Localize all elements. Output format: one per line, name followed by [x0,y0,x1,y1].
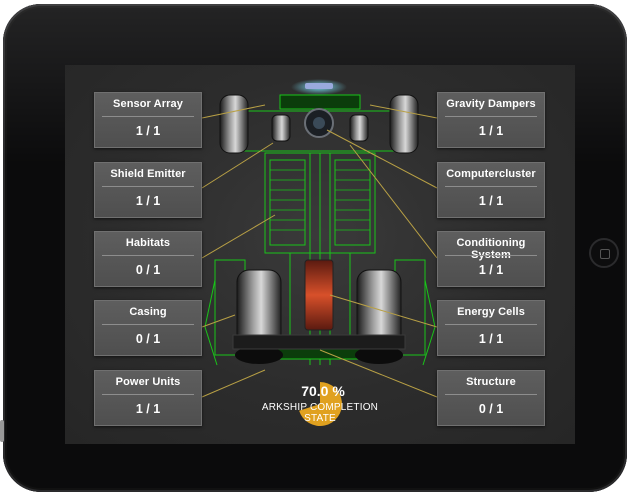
module-card-power-units[interactable]: Power Units 1 / 1 [94,370,202,426]
module-name: Power Units [115,376,181,388]
module-name: Conditioning System [456,237,526,261]
card-divider [102,186,194,187]
module-card-conditioning-system[interactable]: Conditioning System 1 / 1 [437,231,545,287]
module-count: 1 / 1 [135,124,161,138]
module-card-shield-emitter[interactable]: Shield Emitter 1 / 1 [94,162,202,218]
module-card-casing[interactable]: Casing 0 / 1 [94,300,202,356]
home-button-icon [600,249,610,259]
sensor-dish [305,83,333,89]
module-card-sensor-array[interactable]: Sensor Array 1 / 1 [94,92,202,148]
card-divider [102,116,194,117]
card-divider [445,116,537,117]
module-name: Casing [129,306,167,318]
module-name: Shield Emitter [110,168,186,180]
module-name: Gravity Dampers [446,98,536,110]
module-name: Computercluster [446,168,536,180]
module-count: 1 / 1 [478,263,504,277]
completion-percentage: 70.0 % [301,383,345,399]
module-name: Habitats [125,237,171,249]
module-name: Energy Cells [457,306,525,318]
module-count: 1 / 1 [135,402,161,416]
module-count: 0 / 1 [135,263,161,277]
module-count: 1 / 1 [478,194,504,208]
module-count: 1 / 1 [478,332,504,346]
card-divider [445,186,537,187]
module-count: 1 / 1 [135,194,161,208]
volume-button [0,420,4,442]
module-card-energy-cells[interactable]: Energy Cells 1 / 1 [437,300,545,356]
completion-label: ARKSHIP COMPLETION STATE [261,402,379,424]
card-divider [102,255,194,256]
module-card-gravity-dampers[interactable]: Gravity Dampers 1 / 1 [437,92,545,148]
module-card-habitats[interactable]: Habitats 0 / 1 [94,231,202,287]
card-divider [445,255,537,256]
card-divider [445,394,537,395]
card-divider [445,324,537,325]
module-count: 0 / 1 [478,402,504,416]
module-card-computercluster[interactable]: Computercluster 1 / 1 [437,162,545,218]
energy-core [304,259,334,331]
module-count: 1 / 1 [478,124,504,138]
module-name: Sensor Array [113,98,183,110]
module-count: 0 / 1 [135,332,161,346]
module-card-structure[interactable]: Structure 0 / 1 [437,370,545,426]
home-button[interactable] [589,238,619,268]
card-divider [102,324,194,325]
card-divider [102,394,194,395]
module-name: Structure [466,376,516,388]
